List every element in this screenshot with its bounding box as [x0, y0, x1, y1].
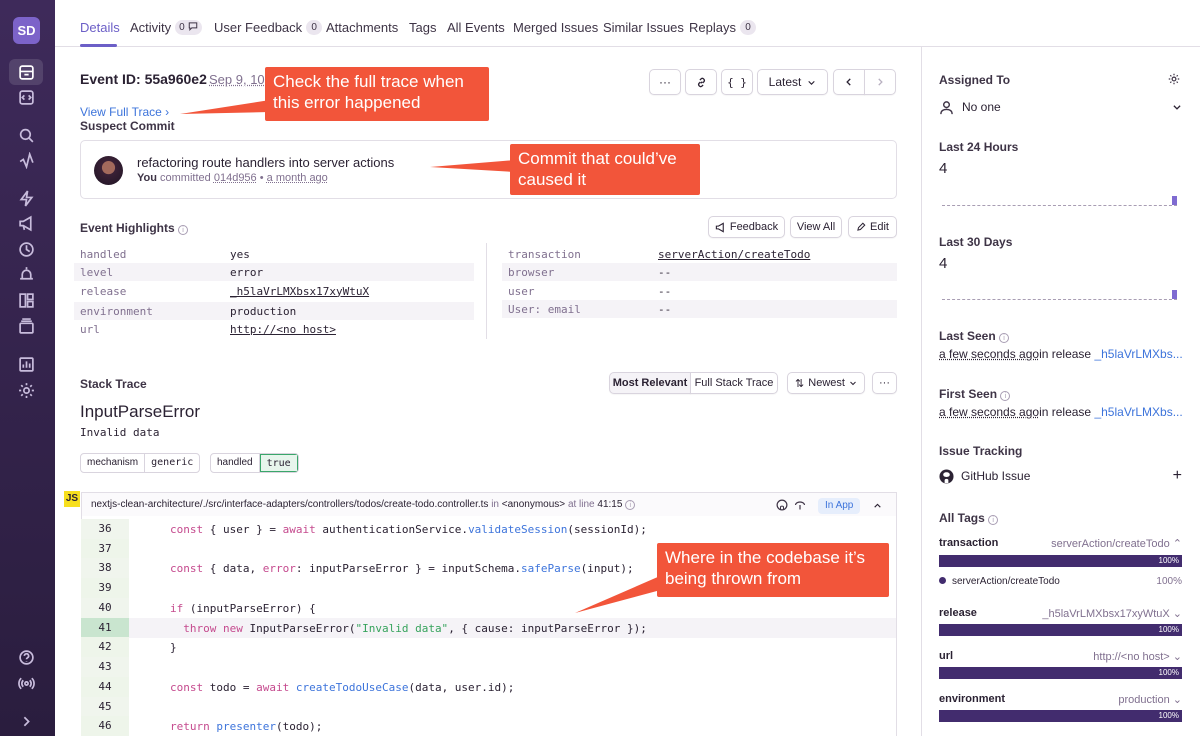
all-tags-label: All Tags i	[939, 511, 999, 525]
github-icon	[939, 468, 954, 484]
in-release-text: in release	[1039, 405, 1092, 419]
last-30-days-label: Last 30 Days	[939, 235, 1013, 249]
info-icon[interactable]: i	[988, 515, 999, 525]
annotation-arrow-trace	[180, 100, 270, 114]
annotation-arrow-commit	[430, 160, 515, 172]
issue-tracking-label: Issue Tracking	[939, 444, 1023, 458]
first-seen-text: First Seen	[939, 387, 998, 401]
tag-bar: 100%	[939, 710, 1182, 722]
in-release-text: in release	[1039, 347, 1092, 361]
tag-dot	[939, 577, 946, 584]
first-seen-time: a few seconds ago	[939, 405, 1040, 419]
tag-key: transaction	[939, 537, 999, 549]
last-seen-label: Last Seen i	[939, 329, 1010, 343]
tag-value: _h5laVrLMXbsx17xyWtuX ⌄	[1042, 607, 1182, 620]
assignee-name: No one	[962, 100, 1001, 114]
tag-bar: 100%	[939, 667, 1182, 679]
tag-value: serverAction/createTodo ⌃	[1051, 537, 1182, 550]
tag-detail-text: serverAction/createTodo	[952, 576, 1060, 587]
chevron-down-icon: ⌄	[1172, 651, 1182, 663]
annotation-commit: Commit that could’ve caused it	[510, 144, 700, 195]
tag-release[interactable]: release _h5laVrLMXbsx17xyWtuX ⌄	[939, 607, 1182, 620]
user-icon	[940, 100, 953, 114]
tag-value-text: http://<no host>	[1093, 651, 1170, 663]
last-24-bar	[1172, 196, 1177, 205]
first-seen-value: a few seconds agoin release _h5laVrLMXbs…	[939, 405, 1183, 419]
last-seen-value: a few seconds agoin release _h5laVrLMXbs…	[939, 347, 1183, 361]
tag-detail-row[interactable]: serverAction/createTodo 100%	[939, 576, 1182, 587]
tag-bar: 100%	[939, 555, 1182, 567]
annotation-code: Where in the codebase it’s being thrown …	[657, 543, 889, 597]
chevron-down-icon: ⌄	[1172, 608, 1182, 620]
chevron-down-icon	[1173, 105, 1181, 110]
last-30-bar	[1172, 290, 1177, 299]
tag-bar: 100%	[939, 624, 1182, 636]
last-seen-release-link[interactable]: _h5laVrLMXbs...	[1094, 347, 1182, 361]
assigned-to-label: Assigned To	[939, 73, 1011, 87]
tag-transaction[interactable]: transaction serverAction/createTodo ⌃	[939, 537, 1182, 550]
first-seen-release-link[interactable]: _h5laVrLMXbs...	[1094, 405, 1182, 419]
info-icon[interactable]: i	[999, 333, 1010, 343]
tag-key: url	[939, 650, 954, 662]
tag-environment[interactable]: environment production ⌄	[939, 693, 1182, 706]
github-issue-row[interactable]: GitHub Issue +	[939, 467, 1182, 485]
last-24-hours-count: 4	[939, 160, 948, 177]
last-24-sparkline[interactable]	[942, 205, 1177, 206]
tag-value: production ⌄	[1118, 693, 1182, 706]
issue-sidebar: Assigned To No one Last 24 Hours 4 Last …	[921, 47, 1200, 736]
tag-key: release	[939, 607, 977, 619]
last-30-days-count: 4	[939, 255, 948, 272]
last-seen-text: Last Seen	[939, 329, 996, 343]
tag-url[interactable]: url http://<no host> ⌄	[939, 650, 1182, 663]
add-issue-icon[interactable]: +	[1173, 467, 1182, 485]
assignee-dropdown[interactable]: No one	[939, 98, 1182, 116]
all-tags-text: All Tags	[939, 511, 985, 525]
github-issue-label: GitHub Issue	[961, 469, 1031, 483]
tag-value-text: serverAction/createTodo	[1051, 538, 1170, 550]
chevron-up-icon: ⌃	[1172, 538, 1182, 550]
tag-detail-value: serverAction/createTodo	[939, 576, 1060, 587]
chevron-down-icon: ⌄	[1172, 694, 1182, 706]
tag-value-text: production	[1118, 694, 1170, 706]
annotation-arrow-code	[575, 576, 668, 613]
info-icon[interactable]: i	[1000, 391, 1011, 401]
last-30-sparkline[interactable]	[942, 299, 1177, 300]
tag-key: environment	[939, 693, 1006, 705]
last-seen-time: a few seconds ago	[939, 347, 1040, 361]
gear-icon[interactable]	[1168, 73, 1180, 85]
tag-detail-pct: 100%	[1156, 576, 1182, 587]
last-24-hours-label: Last 24 Hours	[939, 140, 1019, 154]
annotation-trace: Check the full trace when this error hap…	[265, 67, 489, 121]
tag-value-text: _h5laVrLMXbsx17xyWtuX	[1042, 608, 1170, 620]
first-seen-label: First Seen i	[939, 387, 1011, 401]
tag-value: http://<no host> ⌄	[1093, 650, 1182, 663]
